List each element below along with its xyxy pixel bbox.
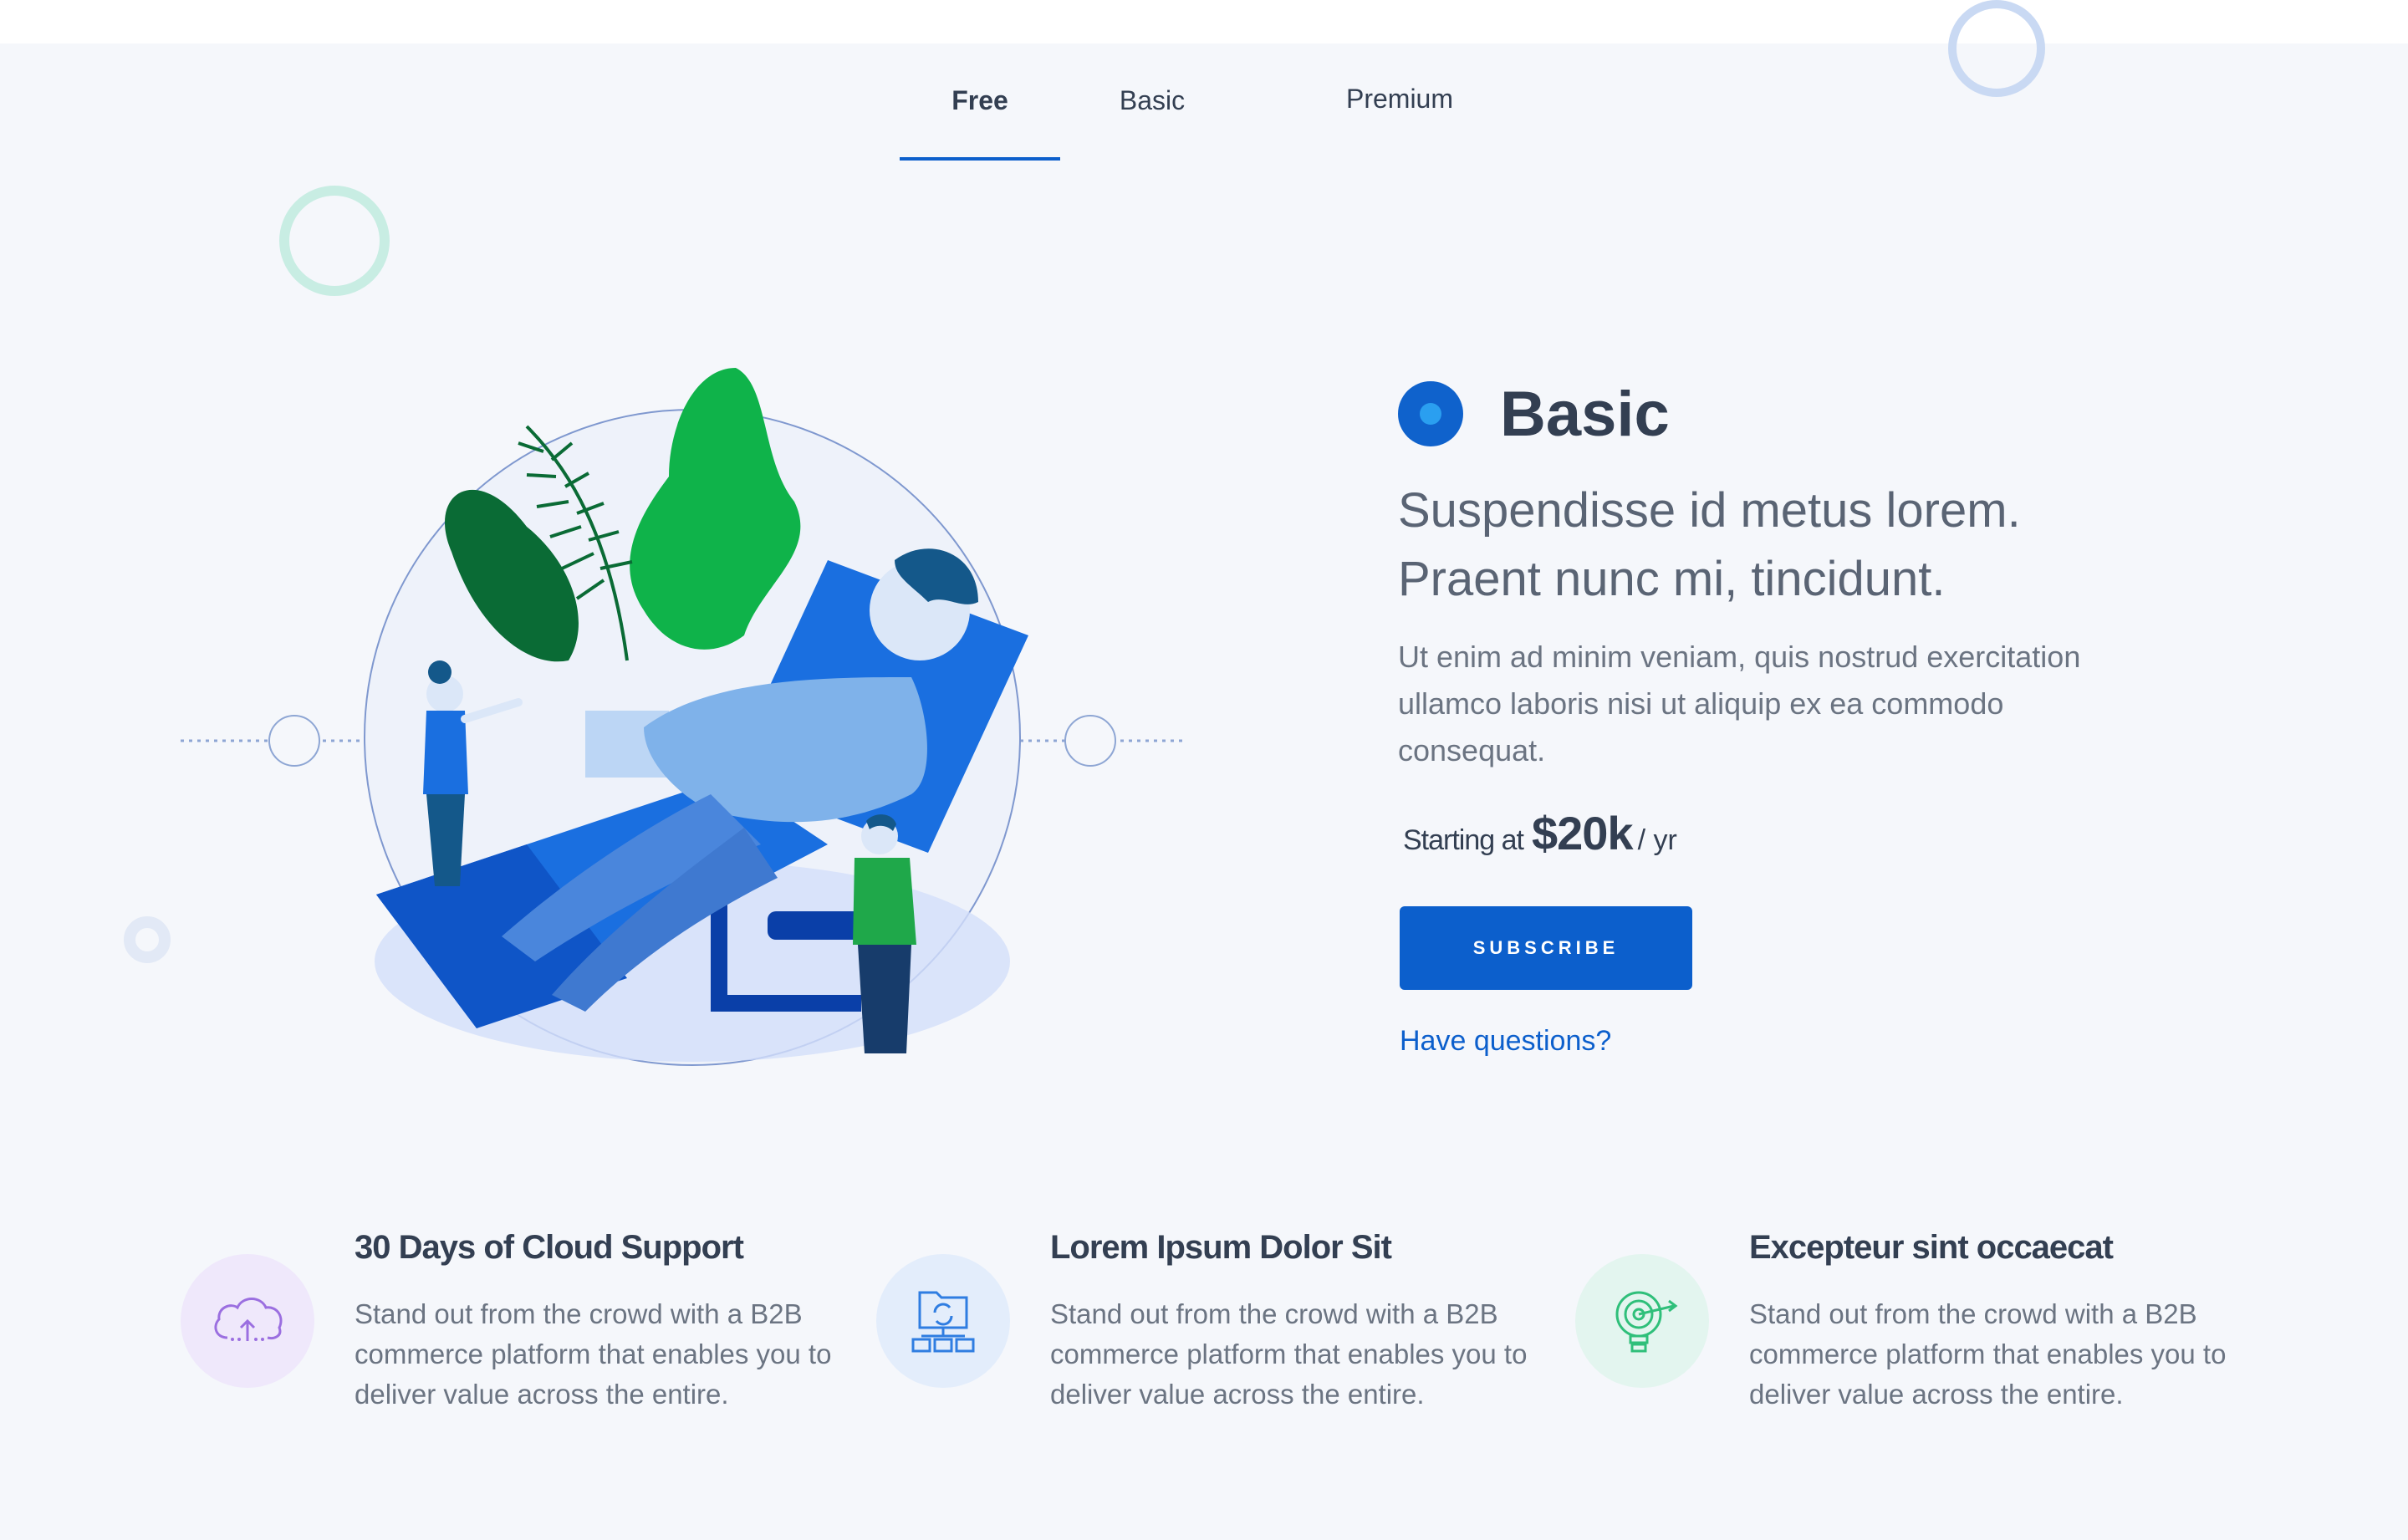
cloud-sync-icon-svg [214, 1298, 283, 1341]
feature-text: Stand out from the crowd with a B2B comm… [355, 1298, 832, 1410]
feature-title: 30 Days of Cloud Support [355, 1229, 744, 1266]
tab-basic[interactable]: Basic [1094, 43, 1211, 161]
plan-description: Ut enim ad minim veniam, quis nostrud ex… [1398, 640, 2081, 767]
headline-line-1: Suspendisse id metus lorem. [1398, 483, 2021, 538]
plan-title: Basic [1500, 379, 1670, 450]
feature-title: Lorem Ipsum Dolor Sit [1050, 1229, 1392, 1266]
network-folder-icon [876, 1254, 1010, 1388]
node-right [1064, 715, 1116, 767]
decorative-ring-green [279, 186, 390, 296]
lightbulb-target-icon [1575, 1254, 1709, 1388]
decorative-ring-small [124, 916, 171, 963]
tab-premium[interactable]: Premium [1316, 43, 1483, 161]
decorative-ring-blue [1948, 0, 2045, 97]
feature-lorem-ipsum: Lorem Ipsum Dolor Sit Stand out from the… [876, 1224, 1545, 1433]
plan-tabs: Free Basic Premium [900, 43, 1485, 161]
have-questions-link[interactable]: Have questions? [1400, 1025, 1611, 1058]
top-strip [0, 0, 2408, 43]
lightbulb-target-icon-svg [1615, 1291, 1678, 1353]
boy-legs [858, 945, 911, 1053]
feature-text: Stand out from the crowd with a B2B comm… [1050, 1298, 1528, 1410]
woman-shirt [423, 711, 468, 794]
feature-title: Excepteur sint occaecat [1749, 1229, 2114, 1266]
feature-cloud-support: 30 Days of Cloud Support Stand out from … [181, 1224, 849, 1433]
cloud-sync-icon [181, 1254, 314, 1388]
feature-text: Stand out from the crowd with a B2B comm… [1749, 1298, 2227, 1410]
headline-line-2: Praent nunc mi, tincidunt. [1398, 552, 1946, 606]
boy-shirt [853, 858, 916, 945]
hero-illustration [181, 368, 1186, 1066]
woman-hair [428, 660, 452, 684]
plan-indicator-icon [1398, 381, 1463, 446]
subscribe-button[interactable]: SUBSCRIBE [1400, 906, 1692, 990]
price: Starting at $20k / yr [1403, 806, 1677, 860]
price-lead: Starting at [1403, 824, 1524, 856]
feature-excepteur: Excepteur sint occaecat Stand out from t… [1575, 1224, 2244, 1433]
chair-leg-bottom [711, 995, 861, 1012]
price-unit: / yr [1637, 824, 1677, 856]
network-folder-icon-svg [911, 1291, 975, 1353]
node-left [268, 715, 320, 767]
tab-free[interactable]: Free [900, 43, 1060, 161]
price-amount: $20k [1531, 807, 1634, 859]
plan-headline: Suspendisse id metus lorem. Praent nunc … [1398, 477, 2150, 614]
